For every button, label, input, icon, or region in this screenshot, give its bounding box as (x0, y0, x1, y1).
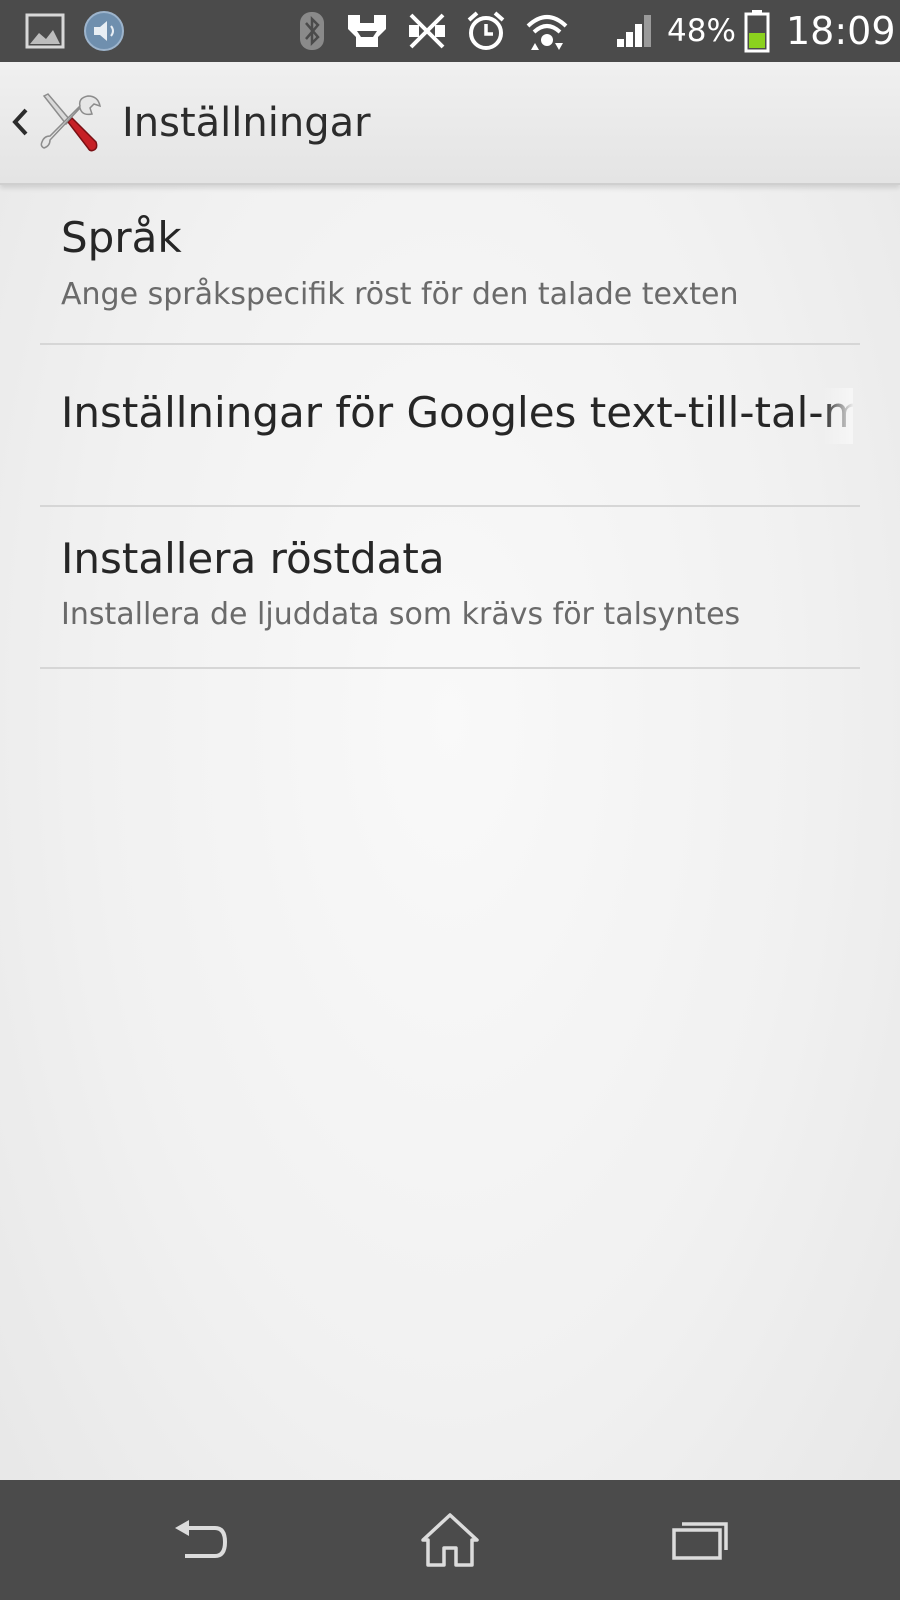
navigation-bar (0, 1480, 900, 1600)
language-preference[interactable]: Språk Ange språkspecifik röst för den ta… (40, 185, 860, 345)
google-tts-settings-preference[interactable]: Inställningar för Googles text-till-tal-… (40, 345, 860, 507)
stamina-mode-icon (344, 0, 390, 62)
preference-summary: Installera de ljuddata som krävs för tal… (61, 597, 741, 632)
preference-title-clip: Inställningar för Googles text-till-tal-… (61, 388, 853, 444)
bluetooth-icon (294, 0, 330, 62)
recent-apps-icon[interactable] (620, 1480, 780, 1600)
wifi-icon (524, 0, 570, 62)
nfc-off-icon (404, 0, 450, 62)
chevron-left-icon[interactable] (8, 102, 32, 142)
battery-percent: 48% (667, 13, 736, 49)
clock: 18:09 (786, 9, 896, 53)
alarm-icon (464, 0, 508, 62)
install-voice-data-preference[interactable]: Installera röstdata Installera de ljudda… (40, 507, 860, 669)
cell-signal-icon (614, 0, 656, 62)
home-icon[interactable] (370, 1480, 530, 1600)
status-bar: 48% 18:09 (0, 0, 900, 62)
text-fade (823, 388, 853, 444)
page-title: Inställningar (122, 99, 371, 146)
action-bar: Inställningar (0, 62, 900, 185)
preference-title: Inställningar för Googles text-till-tal-… (61, 388, 853, 437)
battery-icon (742, 0, 772, 62)
media-volume-icon (82, 0, 126, 62)
preference-title: Språk (61, 213, 182, 262)
settings-tools-icon[interactable] (36, 90, 104, 158)
preference-summary: Ange språkspecifik röst för den talade t… (61, 277, 739, 312)
gallery-icon (24, 0, 66, 62)
back-icon[interactable] (121, 1480, 281, 1600)
preference-title: Installera röstdata (61, 534, 445, 583)
